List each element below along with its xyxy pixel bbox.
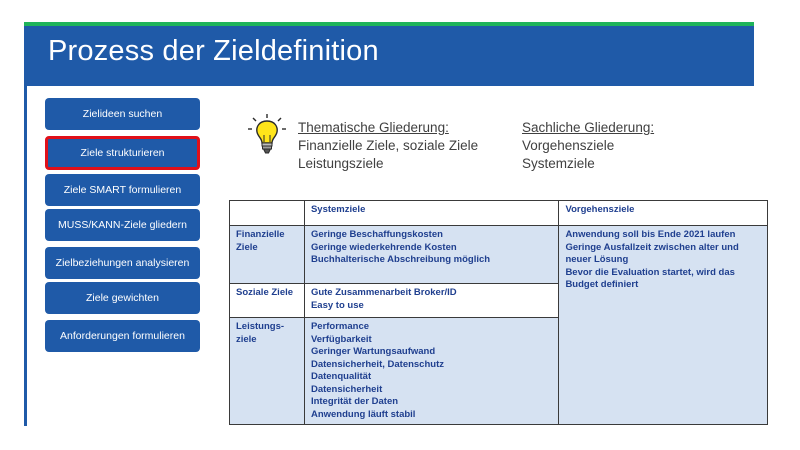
cell-leistungs-systemziele: Performance Verfügbarkeit Geringer Wartu… — [303, 317, 560, 425]
cell-finanzielle-systemziele: Geringe Beschaffungskosten Geringe wiede… — [303, 225, 560, 284]
thematic-line-2: Leistungsziele — [298, 156, 384, 171]
factual-line-2: Systemziele — [522, 156, 595, 171]
row-label-leistungsziele: Leistungs- ziele — [229, 317, 305, 425]
lightbulb-icon — [248, 114, 286, 154]
thematic-structure: Thematische Gliederung: Finanzielle Ziel… — [298, 119, 478, 173]
table-row: Finanzielle Ziele Geringe Beschaffungsko… — [229, 225, 768, 425]
cell-vorgehensziele: Anwendung soll bis Ende 2021 laufen Geri… — [558, 225, 768, 425]
factual-heading: Sachliche Gliederung: — [522, 120, 655, 135]
goals-table: Systemziele Vorgehensziele Finanzielle Z… — [229, 200, 768, 425]
thematic-line-1: Finanzielle Ziele, soziale Ziele — [298, 138, 479, 153]
factual-structure: Sachliche Gliederung: Vorgehensziele Sys… — [522, 119, 654, 173]
nav-anforderungen-formulieren[interactable]: Anforderungen formulieren — [45, 320, 200, 352]
nav-ziele-gewichten[interactable]: Ziele gewichten — [45, 282, 200, 314]
left-accent-line — [24, 86, 27, 426]
header-empty — [229, 200, 305, 226]
nav-muss-kann-ziele-gliedern[interactable]: MUSS/KANN-Ziele gliedern — [45, 209, 200, 241]
title-bar: Prozess der Zieldefinition — [24, 26, 754, 86]
nav-ziele-strukturieren[interactable]: Ziele strukturieren — [45, 136, 200, 170]
nav-zielideen-suchen[interactable]: Zielideen suchen — [45, 98, 200, 130]
nav-zielbeziehungen-analysieren[interactable]: Zielbeziehungen analysieren — [45, 247, 200, 279]
cell-soziale-systemziele: Gute Zusammenarbeit Broker/ID Easy to us… — [303, 283, 560, 318]
factual-line-1: Vorgehensziele — [522, 138, 615, 153]
header-vorgehensziele: Vorgehensziele — [558, 200, 768, 226]
table-header-row: Systemziele Vorgehensziele — [229, 200, 768, 226]
row-label-soziale-ziele: Soziale Ziele — [229, 283, 305, 318]
nav-ziele-smart-formulieren[interactable]: Ziele SMART formulieren — [45, 174, 200, 206]
page-title: Prozess der Zieldefinition — [48, 35, 379, 67]
row-label-finanzielle-ziele: Finanzielle Ziele — [229, 225, 305, 284]
thematic-heading: Thematische Gliederung: — [298, 120, 449, 135]
header-systemziele: Systemziele — [303, 200, 560, 226]
